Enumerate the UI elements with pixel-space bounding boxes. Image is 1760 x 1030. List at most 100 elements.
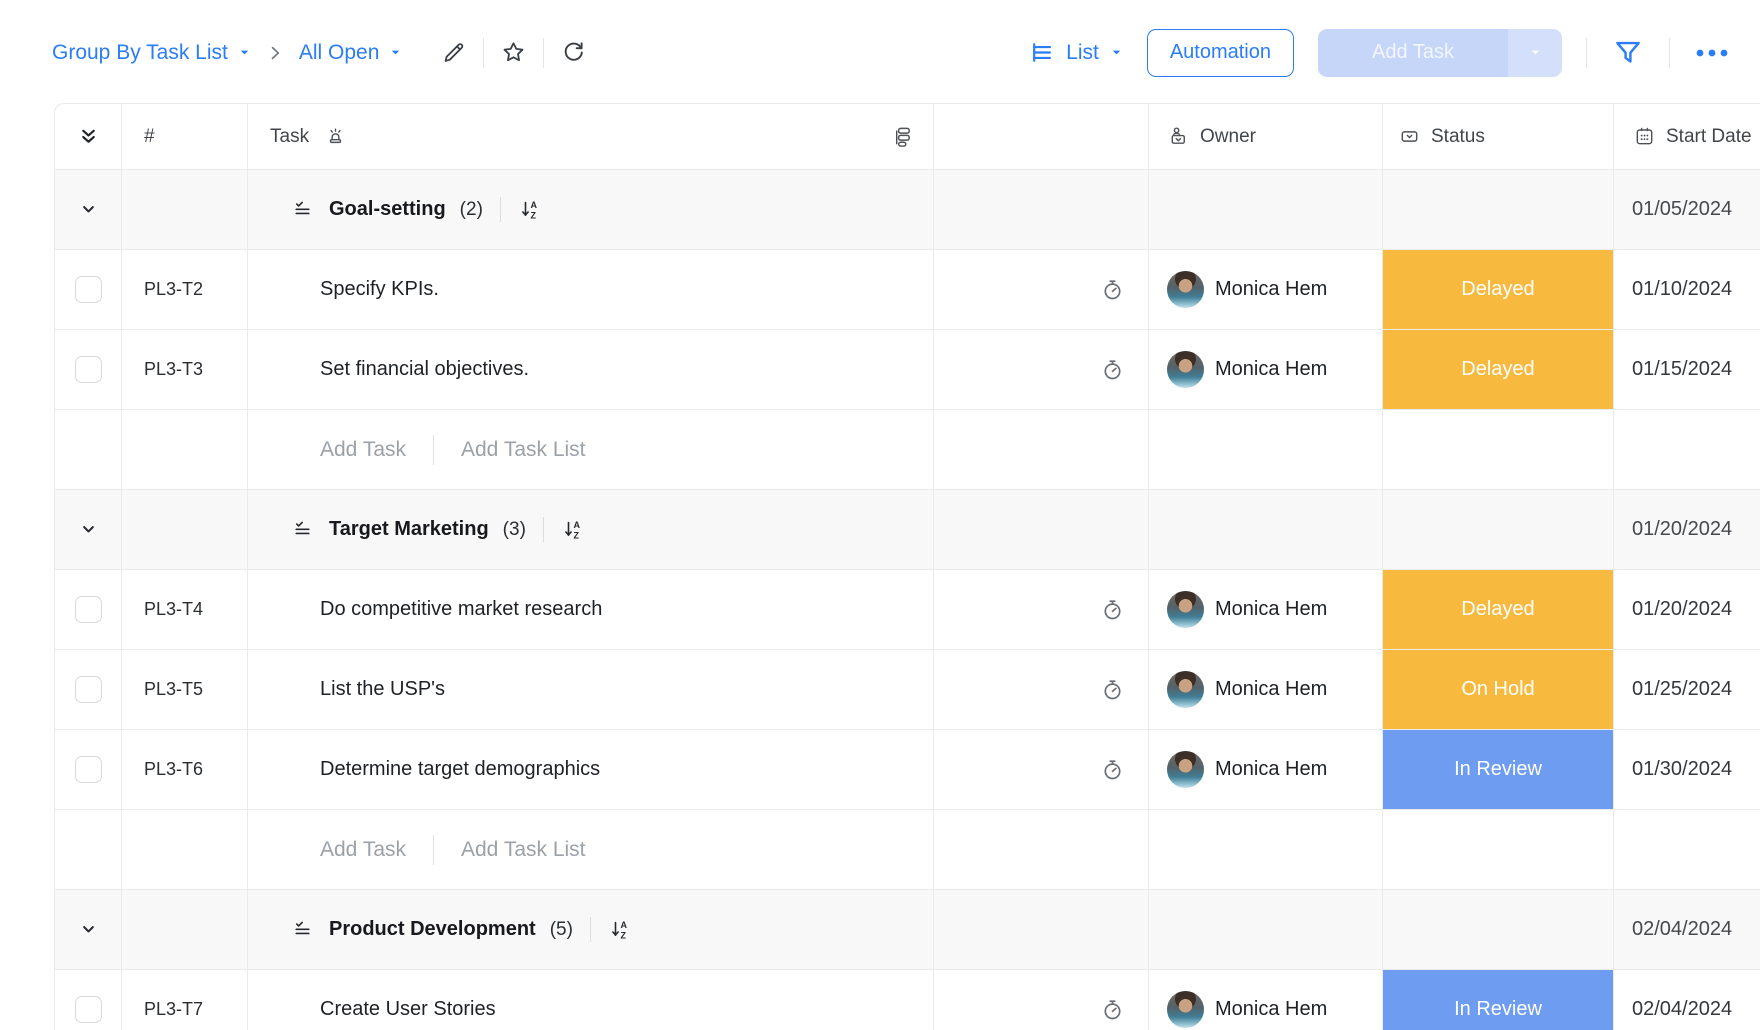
collapse-group-icon[interactable] (77, 918, 100, 941)
task-checkbox[interactable] (75, 996, 102, 1023)
chevron-down-icon (1110, 46, 1123, 59)
automation-button[interactable]: Automation (1147, 29, 1294, 77)
more-options-icon[interactable] (1694, 47, 1730, 59)
add-task-link[interactable]: Add Task (320, 438, 406, 462)
group-count: (2) (460, 199, 483, 221)
sort-az-icon[interactable]: AZ (608, 918, 632, 942)
owner-name: Monica Hem (1215, 598, 1327, 621)
collapse-group-icon[interactable] (77, 198, 100, 221)
owner-column-header[interactable]: Owner (1149, 104, 1383, 170)
start-date-cell: 01/15/2024 (1614, 330, 1760, 410)
list-view-icon (1028, 39, 1055, 66)
status-column-header[interactable]: Status (1383, 104, 1614, 170)
group-by-dropdown[interactable]: Group By Task List (52, 41, 251, 65)
task-name[interactable]: Create User Stories (320, 998, 496, 1021)
group-collapse-cell (55, 170, 122, 250)
task-name[interactable]: Set financial objectives. (320, 358, 529, 381)
add-task-link[interactable]: Add Task (320, 838, 406, 862)
owner-cell: Monica Hem (1149, 570, 1383, 650)
task-name[interactable]: Specify KPIs. (320, 278, 439, 301)
sort-az-icon[interactable]: AZ (518, 198, 542, 222)
empty-cell (1149, 490, 1383, 570)
task-checkbox[interactable] (75, 756, 102, 783)
empty-cell (1383, 890, 1614, 970)
task-name-cell: Do competitive market research (248, 570, 934, 650)
task-group-row: Goal-setting(2)AZ01/05/2024 (55, 170, 1760, 250)
task-name[interactable]: Do competitive market research (320, 598, 602, 621)
task-name-cell: Specify KPIs. (248, 250, 934, 330)
collapse-all-icon[interactable] (76, 124, 101, 149)
id-column-header[interactable]: # (122, 104, 248, 170)
status-badge[interactable]: In Review (1383, 970, 1613, 1030)
filter-icon[interactable] (1611, 36, 1645, 70)
edit-icon[interactable] (440, 39, 467, 66)
calendar-icon (1633, 125, 1656, 148)
owner-avatar[interactable] (1167, 351, 1204, 388)
start-date-cell: 01/25/2024 (1614, 650, 1760, 730)
svg-text:A: A (530, 200, 537, 210)
owner-cell: Monica Hem (1149, 970, 1383, 1030)
checkbox-cell (55, 330, 122, 410)
status-badge[interactable]: On Hold (1383, 650, 1613, 729)
owner-cell: Monica Hem (1149, 650, 1383, 730)
group-start-date: 01/20/2024 (1632, 518, 1732, 541)
status-cell: In Review (1383, 970, 1614, 1030)
add-task-dropdown-button[interactable] (1508, 29, 1562, 77)
star-icon[interactable] (500, 39, 527, 66)
timer-icon[interactable] (1099, 276, 1126, 303)
task-list-icon (290, 917, 315, 942)
add-task-list-link[interactable]: Add Task List (461, 438, 586, 462)
status-cell: Delayed (1383, 250, 1614, 330)
chevron-down-icon (389, 46, 402, 59)
group-title[interactable]: Product Development (329, 918, 536, 941)
task-checkbox[interactable] (75, 676, 102, 703)
empty-column-header (934, 104, 1149, 170)
group-title[interactable]: Goal-setting (329, 198, 446, 221)
owner-avatar[interactable] (1167, 591, 1204, 628)
task-checkbox[interactable] (75, 356, 102, 383)
task-name[interactable]: Determine target demographics (320, 758, 600, 781)
group-title[interactable]: Target Marketing (329, 518, 489, 541)
owner-avatar[interactable] (1167, 991, 1204, 1028)
timer-icon[interactable] (1099, 356, 1126, 383)
timer-cell (934, 250, 1149, 330)
task-start-date[interactable]: 01/15/2024 (1632, 358, 1732, 381)
add-task-list-link[interactable]: Add Task List (461, 838, 586, 862)
task-start-date[interactable]: 01/10/2024 (1632, 278, 1732, 301)
collapse-group-icon[interactable] (77, 518, 100, 541)
view-switcher-dropdown[interactable]: List (1028, 39, 1123, 66)
status-badge[interactable]: Delayed (1383, 330, 1613, 409)
refresh-icon[interactable] (560, 39, 587, 66)
task-name[interactable]: List the USP's (320, 678, 445, 701)
task-start-date[interactable]: 01/25/2024 (1632, 678, 1732, 701)
svg-text:A: A (620, 920, 627, 930)
task-column-header[interactable]: Task (248, 104, 934, 170)
owner-avatar[interactable] (1167, 271, 1204, 308)
hierarchy-icon[interactable] (890, 125, 913, 148)
owner-avatar[interactable] (1167, 751, 1204, 788)
empty-cell (934, 810, 1149, 890)
timer-icon[interactable] (1099, 996, 1126, 1023)
task-row: PL3-T2Specify KPIs.Monica HemDelayed01/1… (55, 250, 1760, 330)
add-task-button[interactable]: Add Task (1318, 29, 1508, 77)
status-badge[interactable]: Delayed (1383, 250, 1613, 329)
task-group-row: Product Development(5)AZ02/04/2024 (55, 890, 1760, 970)
start-date-column-header[interactable]: Start Date (1614, 104, 1760, 170)
timer-icon[interactable] (1099, 596, 1126, 623)
divider (1586, 38, 1587, 68)
sort-az-icon[interactable]: AZ (561, 518, 585, 542)
task-start-date[interactable]: 01/30/2024 (1632, 758, 1732, 781)
view-filter-dropdown[interactable]: All Open (299, 41, 403, 65)
task-start-date[interactable]: 02/04/2024 (1632, 998, 1732, 1021)
group-by-label: Group By Task List (52, 41, 228, 65)
task-start-date[interactable]: 01/20/2024 (1632, 598, 1732, 621)
task-id: PL3-T6 (144, 759, 203, 780)
timer-icon[interactable] (1099, 676, 1126, 703)
owner-avatar[interactable] (1167, 671, 1204, 708)
status-badge[interactable]: In Review (1383, 730, 1613, 809)
status-badge[interactable]: Delayed (1383, 570, 1613, 649)
task-checkbox[interactable] (75, 596, 102, 623)
timer-icon[interactable] (1099, 756, 1126, 783)
task-id-cell: PL3-T4 (122, 570, 248, 650)
task-checkbox[interactable] (75, 276, 102, 303)
